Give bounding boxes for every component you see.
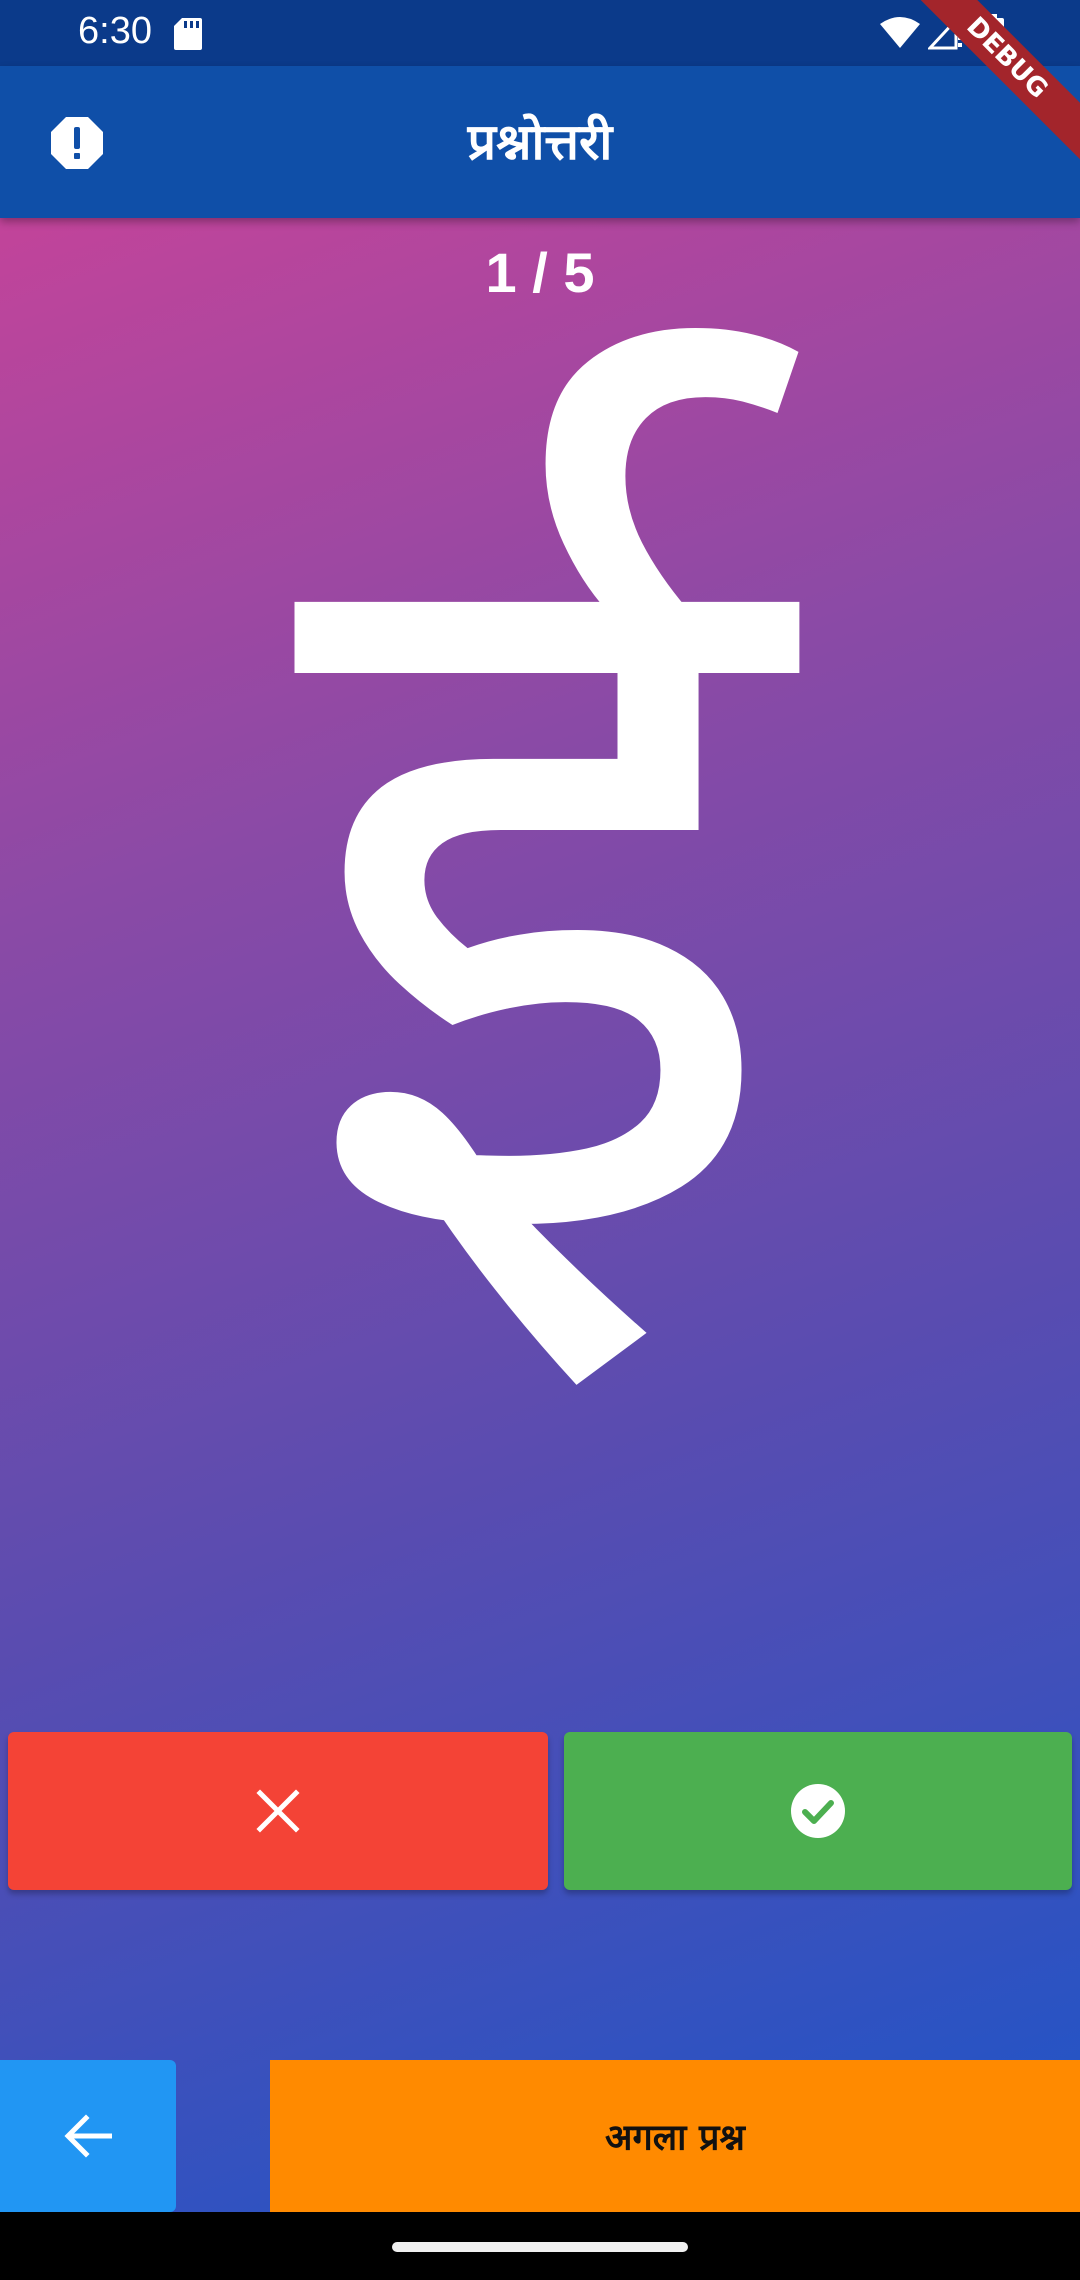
app-bar: प्रश्नोत्तरी [0,66,1080,218]
correct-answer-button[interactable] [564,1732,1072,1890]
quiz-letter: ई [294,296,786,1460]
check-circle-icon [791,1784,845,1838]
wrong-answer-button[interactable] [8,1732,548,1890]
close-icon [256,1789,300,1833]
page-title: प्रश्नोत्तरी [467,113,613,171]
wifi-icon [880,17,920,48]
next-question-label: अगला प्रश्न [605,2117,745,2159]
next-question-button[interactable]: अगला प्रश्न [270,2060,1080,2212]
arrow-back-icon [64,2114,112,2158]
home-indicator[interactable] [392,2242,688,2252]
status-bar: 6:30 [0,0,1080,66]
system-nav-bar [0,2212,1080,2280]
previous-question-button[interactable] [0,2060,176,2212]
sd-card-icon [174,18,202,50]
quiz-screen: 6:30 प्रश्नोत्तरी DEBUG 1 / 5 ई अगला प्र… [0,0,1080,2280]
status-time: 6:30 [78,10,152,52]
quiz-content: 1 / 5 ई अगला प्रश्न [0,218,1080,2212]
